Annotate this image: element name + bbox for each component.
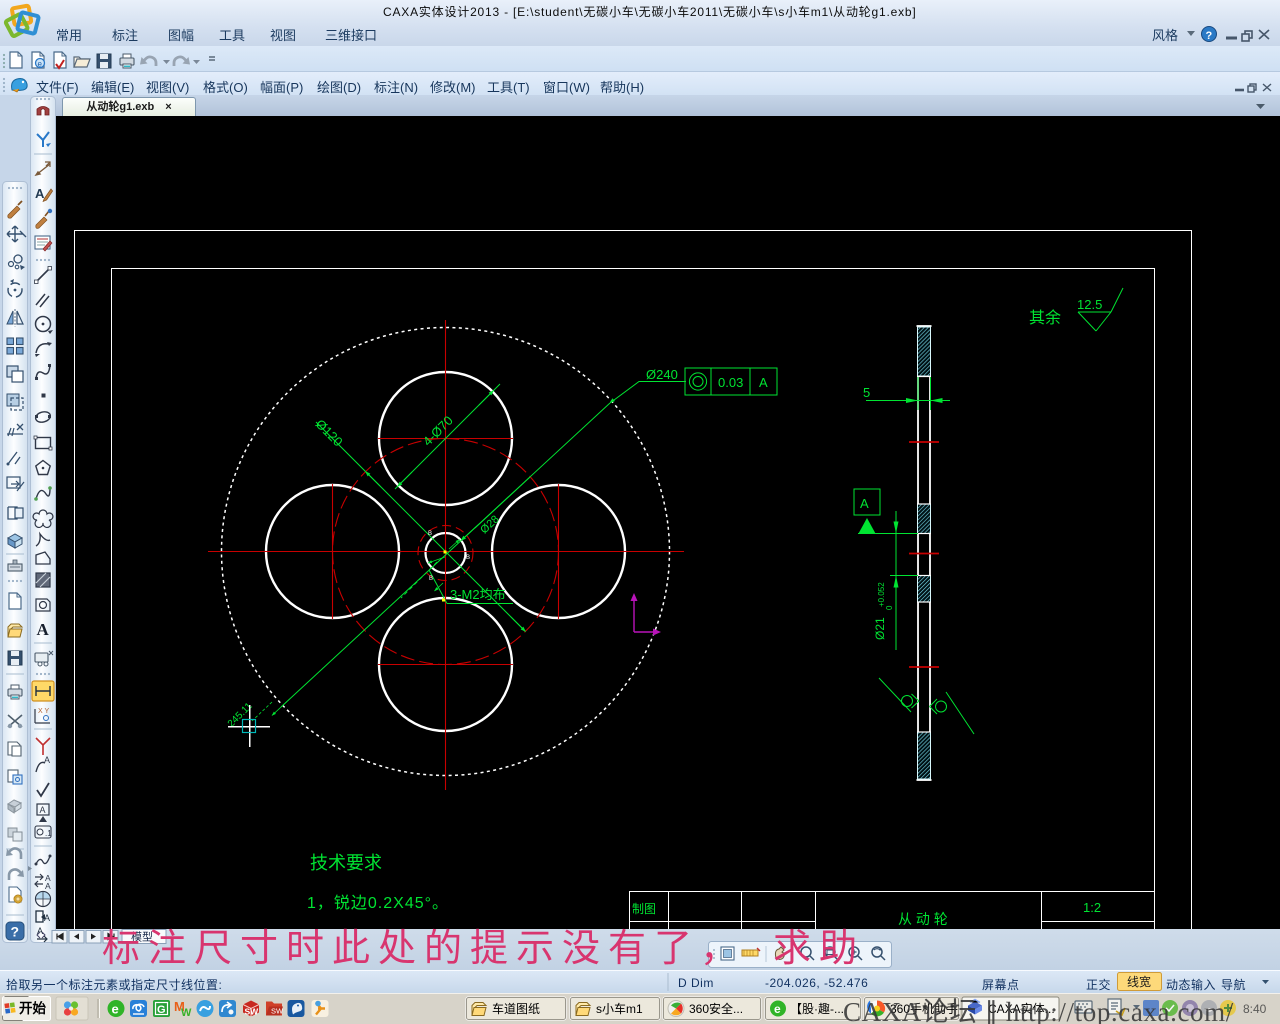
svg-text:e: e	[774, 1002, 781, 1016]
svg-text:360安全...: 360安全...	[689, 1001, 743, 1016]
svg-text:s小车m1: s小车m1	[596, 1001, 643, 1016]
svg-text:G: G	[157, 1004, 166, 1016]
svg-text:【股·趣-...: 【股·趣-...	[790, 1001, 844, 1016]
svg-text:A: A	[37, 620, 50, 639]
svg-text:e: e	[38, 60, 43, 69]
svg-text:线宽: 线宽	[1127, 974, 1151, 989]
svg-text:Ø21: Ø21	[873, 617, 887, 640]
svg-text:车道图纸: 车道图纸	[492, 1001, 540, 1016]
svg-text:A: A	[44, 755, 50, 765]
svg-text:从 动 轮: 从 动 轮	[898, 911, 948, 927]
svg-text:X Y: X Y	[38, 708, 49, 715]
svg-text:.1: .1	[45, 829, 52, 838]
svg-text:其余: 其余	[1029, 308, 1061, 327]
svg-text:A: A	[40, 805, 46, 815]
svg-text:e: e	[112, 1002, 119, 1017]
svg-text:0: 0	[885, 605, 894, 610]
svg-text:1:2: 1:2	[1083, 900, 1101, 915]
svg-text:0.03: 0.03	[718, 375, 743, 390]
svg-text:B: B	[466, 555, 470, 561]
svg-text:?: ?	[1206, 30, 1213, 42]
svg-text:A: A	[860, 496, 869, 511]
svg-text:SW: SW	[245, 1007, 260, 1017]
svg-text:+0.052: +0.052	[877, 582, 886, 607]
svg-text:Ø240: Ø240	[646, 367, 678, 382]
svg-text:A: A	[35, 186, 45, 201]
svg-text:技术要求: 技术要求	[310, 853, 382, 873]
svg-text:B: B	[428, 531, 432, 537]
svg-text:12.5: 12.5	[1077, 297, 1102, 312]
svg-text:5: 5	[863, 385, 870, 400]
svg-text:8:40: 8:40	[1243, 1002, 1267, 1016]
svg-text:W: W	[181, 1007, 192, 1019]
svg-text:1，锐边0.2X45°。: 1，锐边0.2X45°。	[307, 894, 449, 912]
svg-text:3-M2均布: 3-M2均布	[450, 587, 506, 602]
svg-text:B: B	[429, 576, 433, 582]
svg-text:A: A	[45, 881, 51, 891]
svg-text:开始: 开始	[19, 1000, 46, 1016]
svg-text:A: A	[759, 375, 768, 390]
svg-text:SW: SW	[271, 1007, 284, 1016]
svg-text:制图: 制图	[632, 902, 656, 916]
